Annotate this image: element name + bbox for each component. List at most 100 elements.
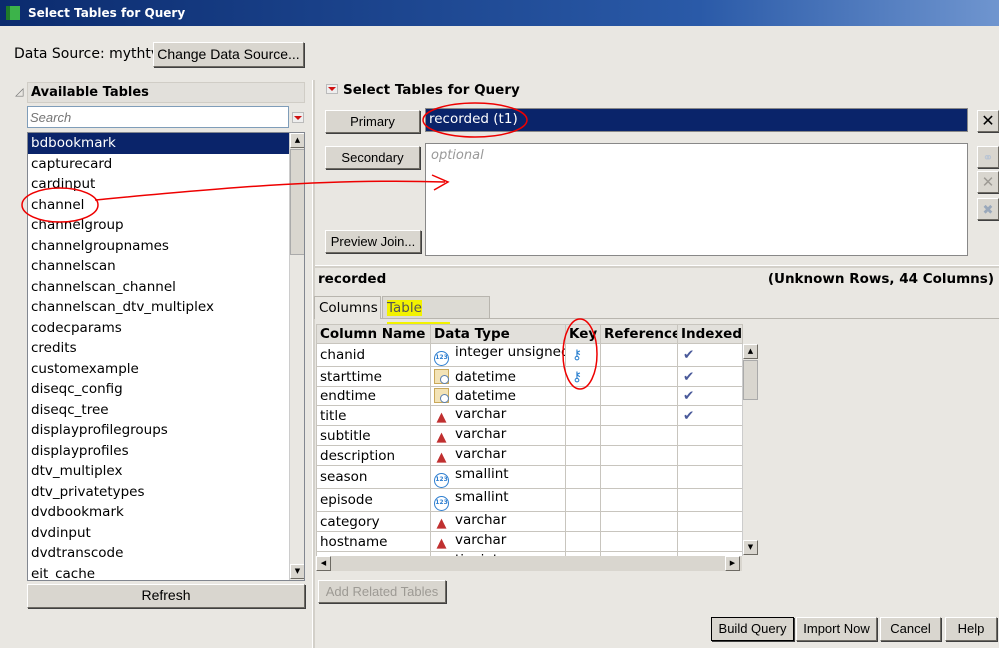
table-row[interactable]: description ▲ varchar bbox=[316, 445, 743, 467]
key-cell bbox=[565, 405, 601, 427]
key-cell bbox=[565, 385, 601, 407]
table-row[interactable]: title ▲ varchar ✔ bbox=[316, 405, 743, 427]
help-button[interactable]: Help bbox=[945, 617, 997, 641]
table-row[interactable]: category ▲ varchar bbox=[316, 511, 743, 533]
datetime-type-icon bbox=[434, 387, 449, 403]
table-list-item[interactable]: dvdbookmark bbox=[28, 502, 289, 523]
reference-cell bbox=[600, 511, 678, 533]
table-row[interactable]: chanid 123 integer unsigned ⚷ ✔ bbox=[316, 343, 743, 368]
table-list-item[interactable]: cardinput bbox=[28, 174, 289, 195]
table-list-item[interactable]: channelscan_dtv_multiplex bbox=[28, 297, 289, 318]
remove-primary-close-icon[interactable]: ✕ bbox=[977, 110, 999, 132]
table-list-item[interactable]: diseqc_tree bbox=[28, 400, 289, 421]
add-related-tables-button[interactable]: Add Related Tables bbox=[318, 580, 446, 603]
table-list-item[interactable]: dvdtranscode bbox=[28, 543, 289, 564]
collapse-triangle-icon[interactable]: ◿ bbox=[15, 85, 23, 98]
build-query-button[interactable]: Build Query bbox=[711, 617, 794, 641]
table-list-item[interactable]: customexample bbox=[28, 359, 289, 380]
table-list-item[interactable]: channelgroupnames bbox=[28, 236, 289, 257]
table-row[interactable]: season 123 smallint bbox=[316, 465, 743, 490]
check-icon: ✔ bbox=[683, 368, 695, 385]
column-header[interactable]: Reference bbox=[600, 324, 678, 345]
scroll-thumb[interactable] bbox=[290, 149, 304, 255]
table-list-item[interactable]: bdbookmark bbox=[28, 133, 289, 154]
key-cell: ⚷ bbox=[565, 343, 601, 368]
key-icon: ⚷ bbox=[572, 347, 582, 364]
data-type: varchar bbox=[455, 426, 507, 443]
data-type-cell: 123 smallint bbox=[430, 465, 566, 490]
table-list-item[interactable]: channelscan_channel bbox=[28, 277, 289, 298]
table-list-item[interactable]: channelscan bbox=[28, 256, 289, 277]
table-vscrollbar[interactable]: ▲ ▼ bbox=[742, 344, 758, 556]
tab-columns[interactable]: Columns bbox=[314, 296, 381, 319]
table-list-item[interactable]: dtv_privatetypes bbox=[28, 482, 289, 503]
cancel-button[interactable]: Cancel bbox=[880, 617, 941, 641]
primary-button[interactable]: Primary bbox=[325, 110, 420, 133]
key-cell bbox=[565, 445, 601, 467]
search-input[interactable] bbox=[27, 106, 289, 128]
key-cell bbox=[565, 511, 601, 533]
indexed-cell bbox=[677, 465, 743, 490]
remove-secondary-icon[interactable]: ✕ bbox=[977, 171, 999, 193]
table-row[interactable]: starttime datetime ⚷ ✔ bbox=[316, 366, 743, 387]
data-type: datetime bbox=[455, 387, 516, 404]
data-type: varchar bbox=[455, 512, 507, 529]
table-list-item[interactable]: diseqc_config bbox=[28, 379, 289, 400]
table-row[interactable]: hostname ▲ varchar bbox=[316, 531, 743, 553]
table-list-item[interactable]: capturecard bbox=[28, 154, 289, 175]
select-tables-heading: Select Tables for Query bbox=[343, 82, 520, 98]
primary-table-value: recorded (t1) bbox=[429, 111, 518, 127]
list-scrollbar[interactable]: ▲ ▼ bbox=[289, 133, 304, 580]
import-now-button[interactable]: Import Now bbox=[796, 617, 877, 641]
table-row[interactable]: endtime datetime ✔ bbox=[316, 385, 743, 407]
table-list-item[interactable]: credits bbox=[28, 338, 289, 359]
character-type-icon: ▲ bbox=[436, 430, 447, 446]
indexed-cell bbox=[677, 488, 743, 513]
table-list-item[interactable]: codecparams bbox=[28, 318, 289, 339]
key-cell bbox=[565, 531, 601, 553]
column-header[interactable]: Data Type bbox=[430, 324, 566, 345]
horizontal-splitter[interactable] bbox=[315, 265, 999, 268]
column-name: endtime bbox=[316, 385, 431, 407]
table-list-item[interactable]: channel bbox=[28, 195, 289, 216]
character-type-icon: ▲ bbox=[436, 536, 447, 552]
remove-all-icon[interactable]: ✖ bbox=[977, 198, 999, 220]
table-list-item[interactable]: dvdinput bbox=[28, 523, 289, 544]
splitter[interactable] bbox=[312, 80, 315, 648]
change-data-source-button[interactable]: Change Data Source... bbox=[153, 42, 304, 67]
data-type: integer unsigned bbox=[455, 344, 566, 361]
table-list-item[interactable]: channelgroup bbox=[28, 215, 289, 236]
table-list-item[interactable]: displayprofiles bbox=[28, 441, 289, 462]
primary-table-field[interactable]: recorded (t1) bbox=[425, 108, 968, 132]
tab-table-snapshot[interactable]: Table Snapshot bbox=[382, 296, 490, 338]
data-type-cell: 123 smallint bbox=[430, 488, 566, 513]
secondary-tables-field[interactable]: optional bbox=[425, 143, 968, 256]
key-icon: ⚷ bbox=[572, 368, 582, 385]
refresh-button[interactable]: Refresh bbox=[27, 584, 305, 608]
check-icon: ✔ bbox=[683, 387, 695, 404]
table-row[interactable]: subtitle ▲ varchar bbox=[316, 425, 743, 447]
table-row[interactable]: episode 123 smallint bbox=[316, 488, 743, 513]
data-type-cell: ▲ varchar bbox=[430, 511, 566, 533]
data-type: varchar bbox=[455, 446, 507, 463]
indexed-cell bbox=[677, 445, 743, 467]
search-options-dropdown-icon[interactable] bbox=[292, 112, 304, 123]
table-hscrollbar[interactable]: ◀ ▶ bbox=[316, 556, 742, 571]
table-list-item[interactable]: displayprofilegroups bbox=[28, 420, 289, 441]
column-header[interactable]: Key bbox=[565, 324, 601, 345]
column-name: episode bbox=[316, 488, 431, 513]
column-header[interactable]: Column Name bbox=[316, 324, 431, 345]
key-cell bbox=[565, 425, 601, 447]
table-list-item[interactable]: eit_cache bbox=[28, 564, 289, 581]
secondary-button[interactable]: Secondary bbox=[325, 146, 420, 169]
table-scroll-thumb[interactable] bbox=[743, 360, 758, 400]
indexed-cell bbox=[677, 531, 743, 553]
preview-join-button[interactable]: Preview Join... bbox=[325, 230, 421, 253]
reference-cell bbox=[600, 531, 678, 553]
numeric-type-icon: 123 bbox=[434, 473, 449, 488]
table-list-item[interactable]: dtv_multiplex bbox=[28, 461, 289, 482]
collapse-select-icon[interactable] bbox=[326, 84, 338, 94]
column-header[interactable]: Indexed bbox=[677, 324, 743, 345]
data-type: varchar bbox=[455, 406, 507, 423]
join-icon[interactable]: ⚭ bbox=[977, 146, 999, 168]
